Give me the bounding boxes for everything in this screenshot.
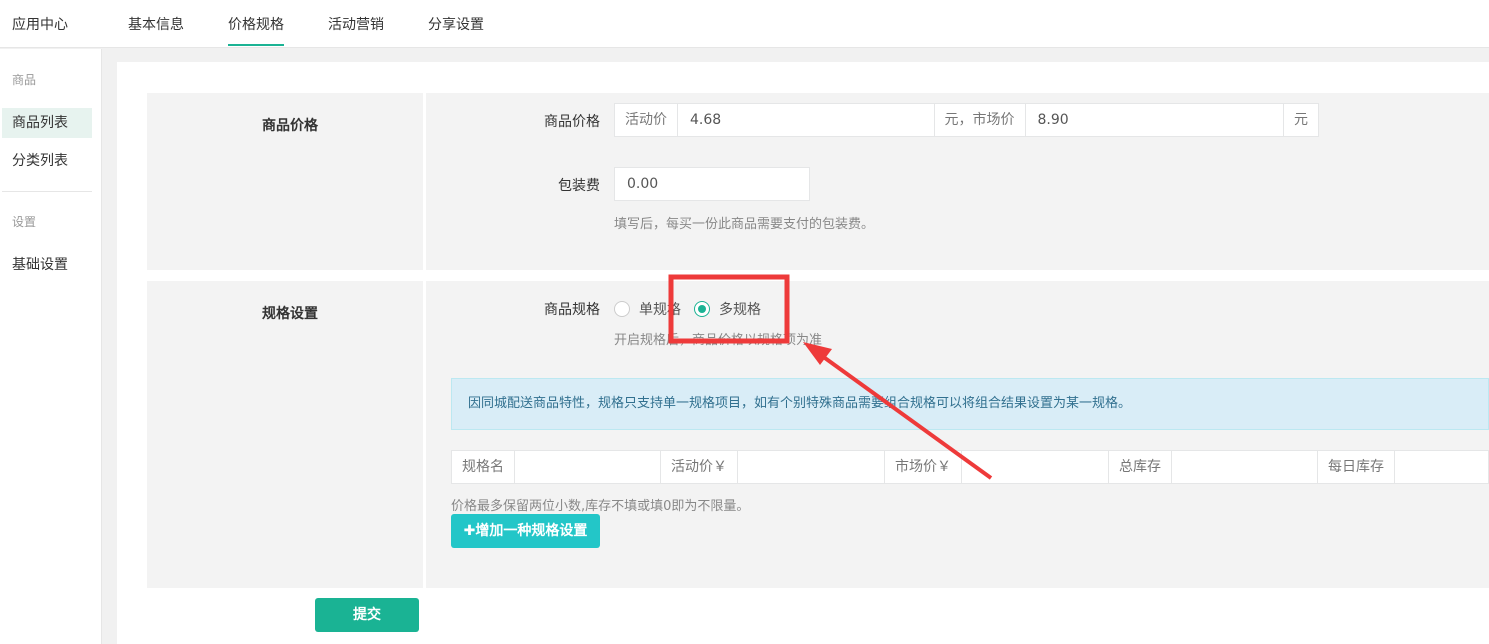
add-spec-button[interactable]: ✚增加一种规格设置 (451, 514, 600, 548)
spec-total-stock-input[interactable] (1172, 451, 1318, 483)
price-input-group: 活动价 4.68 元，市场价 8.90 元 (614, 103, 1319, 137)
spec-daily-stock-label: 每日库存 (1318, 451, 1395, 483)
goods-price-label: 商品价格 (544, 114, 600, 130)
market-price-input[interactable]: 8.90 (1025, 104, 1283, 136)
spec-market-price-label: 市场价￥ (885, 451, 962, 483)
spec-activity-price-label: 活动价￥ (661, 451, 738, 483)
sidebar-section-settings: 设置 (12, 215, 37, 229)
radio-single-spec[interactable]: 单规格 (614, 299, 681, 319)
sidebar-item-category-list[interactable]: 分类列表 (2, 146, 92, 176)
tab-activity-marketing[interactable]: 活动营销 (328, 14, 384, 34)
activity-price-input[interactable]: 4.68 (678, 104, 934, 136)
spec-row: 规格名 活动价￥ 市场价￥ 总库存 每日库存 (451, 450, 1489, 484)
spec-name-input[interactable] (515, 451, 661, 483)
app-root: 应用中心 基本信息 价格规格 活动营销 分享设置 商品 商品列表 分类列表 设置… (0, 0, 1489, 644)
spec-row-note: 价格最多保留两位小数,库存不填或填0即为不限量。 (451, 499, 750, 514)
activity-price-addon: 活动价 (615, 104, 678, 136)
yuan-addon: 元 (1283, 104, 1318, 136)
radio-multi-label: 多规格 (719, 302, 761, 318)
sidebar-item-basic-settings[interactable]: 基础设置 (2, 250, 92, 280)
tab-basic-info[interactable]: 基本信息 (128, 14, 184, 34)
tab-price-spec[interactable]: 价格规格 (228, 14, 284, 46)
spec-activity-price-input[interactable] (738, 451, 885, 483)
sidebar-item-goods-list[interactable]: 商品列表 (2, 108, 92, 138)
sidebar-section-goods: 商品 (12, 73, 37, 87)
tab-share-settings[interactable]: 分享设置 (428, 14, 484, 34)
radio-single-label: 单规格 (639, 302, 681, 318)
sidebar-divider (2, 191, 92, 192)
spec-market-price-input[interactable] (962, 451, 1109, 483)
packing-fee-help: 填写后，每买一份此商品需要支付的包装费。 (614, 217, 875, 232)
radio-multi-indicator (694, 301, 710, 317)
app-center-title[interactable]: 应用中心 (12, 14, 68, 34)
spec-help: 开启规格后，商品价格以规格项为准 (614, 333, 823, 348)
spec-name-label: 规格名 (452, 451, 515, 483)
market-price-addon: 元，市场价 (933, 104, 1026, 136)
packing-fee-input[interactable]: 0.00 (614, 167, 810, 201)
content-card: 商品价格 商品价格 活动价 4.68 元，市场价 8.90 元 包装费 0.00… (117, 62, 1489, 644)
price-section-title: 商品价格 (262, 118, 318, 134)
spec-info-alert: 因同城配送商品特性，规格只支持单一规格项目，如有个别特殊商品需要组合规格可以将组… (451, 378, 1489, 430)
spec-section-title: 规格设置 (262, 306, 318, 322)
top-bar: 应用中心 基本信息 价格规格 活动营销 分享设置 (0, 0, 1489, 48)
submit-button[interactable]: 提交 (315, 598, 419, 632)
radio-single-indicator (614, 301, 630, 317)
goods-spec-label: 商品规格 (544, 302, 600, 318)
spec-daily-stock-input[interactable] (1395, 451, 1488, 483)
spec-total-stock-label: 总库存 (1109, 451, 1172, 483)
sidebar: 商品 商品列表 分类列表 设置 基础设置 (0, 49, 102, 644)
packing-fee-label: 包装费 (558, 178, 600, 194)
spec-section-header (147, 281, 423, 588)
radio-multi-spec[interactable]: 多规格 (694, 299, 761, 319)
